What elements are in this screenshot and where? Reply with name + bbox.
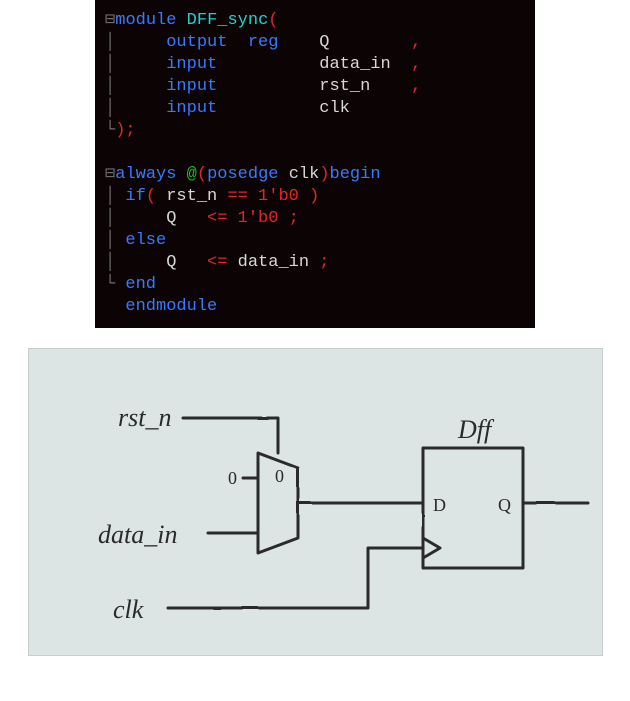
port-Q: Q xyxy=(319,33,329,52)
kw-output: output xyxy=(166,33,227,52)
kw-begin: begin xyxy=(330,165,381,184)
kw-input-1: input xyxy=(166,55,217,74)
eq-op: == xyxy=(227,187,247,206)
rparen-2: ) xyxy=(319,165,329,184)
semi-3: ; xyxy=(319,253,329,272)
label-rst-n: rst_n xyxy=(118,403,171,432)
lit-1b0-b: 1'b0 xyxy=(238,209,279,228)
Q-ref-2: Q xyxy=(166,253,176,272)
nb-1: <= xyxy=(207,209,227,228)
port-clk: clk xyxy=(319,99,350,118)
semi-2: ; xyxy=(289,209,299,228)
hand-drawn-diagram: rst_n data_in clk Dff 0 0 D Q xyxy=(28,348,603,656)
lparen: ( xyxy=(268,11,278,30)
clock-triangle-icon xyxy=(423,538,440,558)
module-name: DFF_sync xyxy=(187,11,269,30)
comma-2: , xyxy=(411,55,421,74)
rparen: ) xyxy=(115,121,125,140)
label-zero-top: 0 xyxy=(228,468,237,488)
kw-else: else xyxy=(125,231,166,250)
kw-always: always xyxy=(115,165,176,184)
lparen-2: ( xyxy=(197,165,207,184)
clk-ref: clk xyxy=(289,165,320,184)
comma-3: , xyxy=(411,77,421,96)
kw-posedge: posedge xyxy=(207,165,278,184)
lit-1b0-a: 1'b0 xyxy=(258,187,299,206)
code-content: ⊟module DFF_sync( │ output reg Q , │ inp… xyxy=(95,10,535,318)
semi-1: ; xyxy=(125,121,135,140)
kw-input-3: input xyxy=(166,99,217,118)
wire-clk xyxy=(168,548,423,608)
label-clk: clk xyxy=(113,595,144,624)
kw-end: end xyxy=(125,275,156,294)
kw-module: module xyxy=(115,11,176,30)
port-rst-n: rst_n xyxy=(319,77,370,96)
comma-1: , xyxy=(411,33,421,52)
label-Q: Q xyxy=(498,495,511,515)
label-data-in: data_in xyxy=(98,520,177,549)
rparen-3: ) xyxy=(309,187,319,206)
label-dff: Dff xyxy=(457,415,495,444)
label-zero-sel: 0 xyxy=(275,466,284,486)
at-sym: @ xyxy=(187,165,197,184)
data-in-ref: data_in xyxy=(238,253,309,272)
lparen-3: ( xyxy=(146,187,156,206)
verilog-code-block: ⊟module DFF_sync( │ output reg Q , │ inp… xyxy=(95,0,535,328)
page-container: ⊟module DFF_sync( │ output reg Q , │ inp… xyxy=(0,0,630,656)
label-D: D xyxy=(433,495,446,515)
Q-ref-1: Q xyxy=(166,209,176,228)
wire-rst-n xyxy=(183,418,278,453)
nb-2: <= xyxy=(207,253,227,272)
kw-if: if xyxy=(125,187,145,206)
kw-input-2: input xyxy=(166,77,217,96)
kw-reg: reg xyxy=(248,33,279,52)
kw-endmodule: endmodule xyxy=(125,297,217,316)
diagram-svg: rst_n data_in clk Dff 0 0 D Q xyxy=(28,348,603,656)
rst-n-ref: rst_n xyxy=(166,187,217,206)
port-data-in: data_in xyxy=(319,55,390,74)
